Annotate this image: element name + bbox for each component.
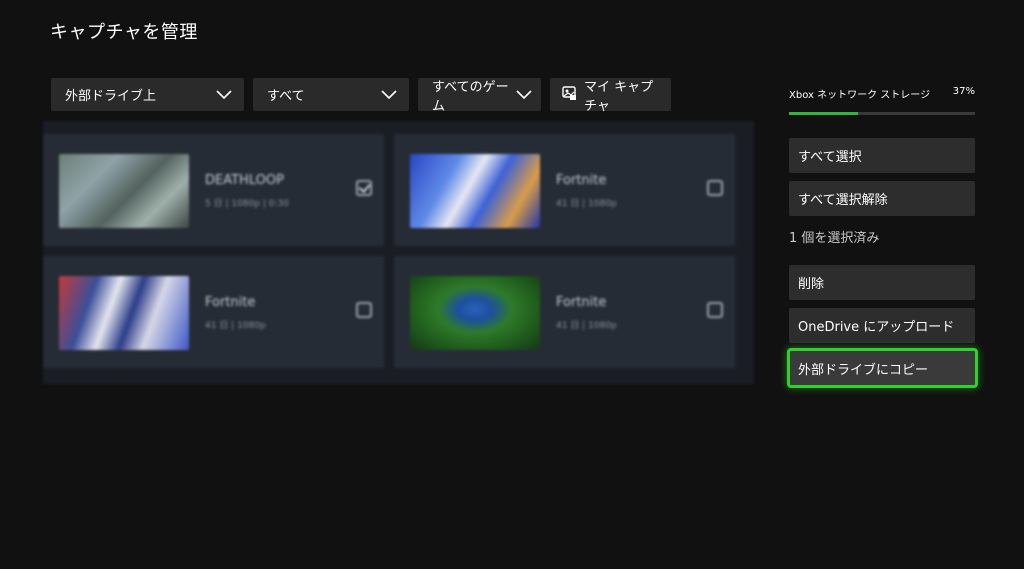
capture-thumbnail	[59, 154, 189, 228]
location-filter-label: 外部ドライブ上	[65, 89, 157, 104]
filter-bar: 外部ドライブ上 すべて すべてのゲーム マイ キャプチャ	[51, 78, 671, 114]
storage-bar-fill	[789, 112, 858, 115]
capture-title: Fortnite	[205, 295, 256, 310]
capture-thumbnail	[410, 154, 540, 228]
capture-checkbox[interactable]	[707, 180, 723, 196]
storage-bar	[789, 112, 975, 115]
page-title: キャプチャを管理	[50, 22, 198, 43]
copy-to-external-drive-label: 外部ドライブにコピー	[798, 362, 929, 378]
storage-percent: 37%	[952, 86, 975, 97]
copy-to-external-drive-button[interactable]: 外部ドライブにコピー	[787, 348, 978, 388]
select-all-button[interactable]: すべて選択	[789, 138, 975, 173]
capture-thumbnail	[59, 276, 189, 350]
location-filter-dropdown[interactable]: 外部ドライブ上	[51, 78, 244, 111]
type-filter-dropdown[interactable]: すべて	[253, 78, 409, 111]
upload-onedrive-label: OneDrive にアップロード	[798, 320, 955, 335]
my-captures-button[interactable]: マイ キャプチャ	[550, 78, 671, 114]
selected-count: 1 個を選択済み	[789, 231, 880, 246]
upload-onedrive-button[interactable]: OneDrive にアップロード	[789, 308, 975, 343]
capture-card[interactable]: DEATHLOOP 5 日 | 1080p | 0:30	[43, 134, 384, 246]
capture-thumbnail	[410, 276, 540, 350]
capture-card[interactable]: Fortnite 41 日 | 1080p	[394, 256, 735, 368]
delete-button[interactable]: 削除	[789, 265, 975, 300]
capture-card[interactable]: Fortnite 41 日 | 1080p	[43, 256, 384, 368]
my-captures-label: マイ キャプチャ	[584, 79, 654, 114]
game-filter-dropdown[interactable]: すべてのゲーム	[418, 78, 541, 114]
select-all-label: すべて選択	[798, 150, 862, 165]
capture-meta: 5 日 | 1080p | 0:30	[205, 199, 289, 209]
chevron-down-icon	[515, 85, 534, 105]
storage-label: Xbox ネットワーク ストレージ	[789, 90, 931, 101]
chevron-down-icon	[379, 85, 399, 105]
capture-checkbox[interactable]	[356, 180, 372, 196]
type-filter-label: すべて	[267, 89, 305, 104]
capture-title: DEATHLOOP	[205, 173, 284, 188]
capture-icon	[562, 85, 576, 104]
capture-meta: 41 日 | 1080p	[556, 199, 617, 209]
capture-title: Fortnite	[556, 173, 607, 188]
game-filter-label: すべてのゲーム	[432, 79, 509, 114]
capture-card[interactable]: Fortnite 41 日 | 1080p	[394, 134, 735, 246]
deselect-all-button[interactable]: すべて選択解除	[789, 181, 975, 216]
capture-title: Fortnite	[556, 295, 607, 310]
capture-meta: 41 日 | 1080p	[556, 321, 617, 331]
capture-checkbox[interactable]	[356, 302, 372, 318]
delete-label: 削除	[798, 277, 825, 292]
capture-grid: DEATHLOOP 5 日 | 1080p | 0:30 Fortnite 41…	[43, 121, 754, 384]
capture-meta: 41 日 | 1080p	[205, 321, 266, 331]
deselect-all-label: すべて選択解除	[798, 193, 888, 208]
storage-indicator: Xbox ネットワーク ストレージ 37%	[789, 86, 975, 115]
capture-checkbox[interactable]	[707, 302, 723, 318]
chevron-down-icon	[214, 85, 234, 105]
